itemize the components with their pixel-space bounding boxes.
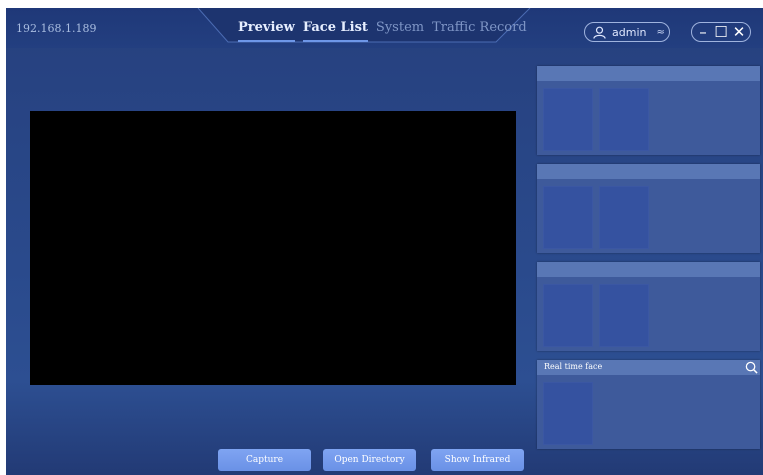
face-thumbnail[interactable] [599,186,649,249]
realtime-face-title: Real time face [544,362,603,371]
username: admin [612,25,647,39]
main-nav: Preview Face List System Traffic Record [238,20,527,42]
minimize-icon[interactable]: – [696,23,710,41]
close-icon[interactable]: ✕ [732,23,746,41]
open-directory-button[interactable]: Open Directory [323,449,416,471]
app-window: 192.168.1.189 Preview Face List System T… [6,8,763,475]
tab-traffic-record[interactable]: Traffic Record [432,20,527,35]
realtime-face-panel: Real time face [537,360,760,449]
face-thumbnail[interactable] [599,88,649,151]
face-thumbnail[interactable] [543,88,593,151]
face-panel-2 [537,164,760,253]
face-panel-1 [537,66,760,155]
panel-header: Real time face [537,360,760,375]
face-thumbnail[interactable] [599,284,649,347]
panel-header [537,164,760,179]
search-icon[interactable] [745,361,758,374]
tab-system[interactable]: System [376,20,424,35]
face-panel-3 [537,262,760,351]
tab-face-list[interactable]: Face List [302,20,368,42]
user-menu[interactable]: admin ≈ [584,22,670,42]
video-preview [30,111,516,385]
switch-icon: ≈ [656,26,665,38]
tab-preview[interactable]: Preview [238,20,295,42]
realtime-face-thumbnail[interactable] [543,382,593,445]
window-controls: – ☐ ✕ [691,22,751,42]
show-infrared-button[interactable]: Show Infrared [431,449,524,471]
ip-address: 192.168.1.189 [16,22,97,35]
panel-header [537,262,760,277]
capture-button[interactable]: Capture [218,449,311,471]
panel-header [537,66,760,81]
face-thumbnail[interactable] [543,284,593,347]
user-icon [593,26,606,39]
maximize-icon[interactable]: ☐ [714,23,728,41]
face-thumbnail[interactable] [543,186,593,249]
